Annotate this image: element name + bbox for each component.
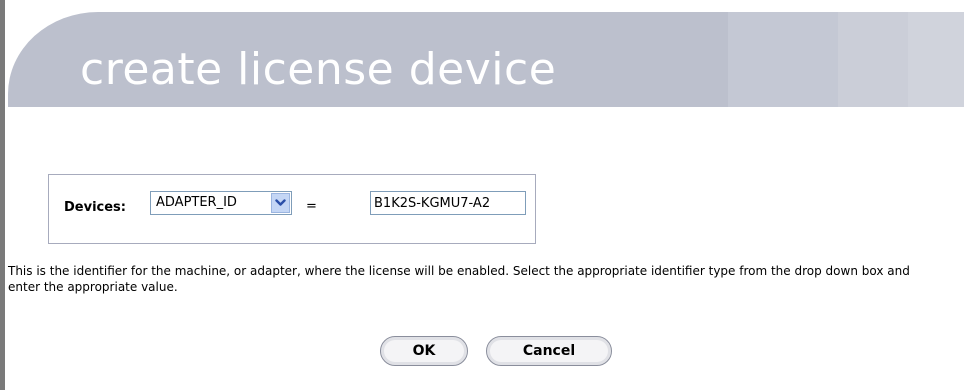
dialog-window: create license device Devices: ADAPTER_I…: [0, 0, 964, 390]
device-type-selected-value: ADAPTER_ID: [156, 195, 237, 210]
header-bar: create license device: [8, 12, 964, 107]
header-shade: [908, 12, 964, 107]
device-fieldset: Devices: ADAPTER_ID =: [48, 174, 536, 244]
page-title: create license device: [80, 44, 557, 95]
left-border-rule: [0, 0, 5, 390]
chevron-down-icon[interactable]: [271, 193, 290, 213]
devices-label: Devices:: [64, 200, 126, 215]
equals-sign: =: [306, 199, 317, 214]
cancel-button[interactable]: Cancel: [486, 336, 612, 366]
device-value-input[interactable]: [370, 191, 526, 215]
device-type-select[interactable]: ADAPTER_ID: [150, 191, 292, 215]
help-text: This is the identifier for the machine, …: [8, 264, 910, 294]
chevron-down-icon-glyph: [275, 199, 286, 206]
ok-button[interactable]: OK: [380, 336, 468, 366]
